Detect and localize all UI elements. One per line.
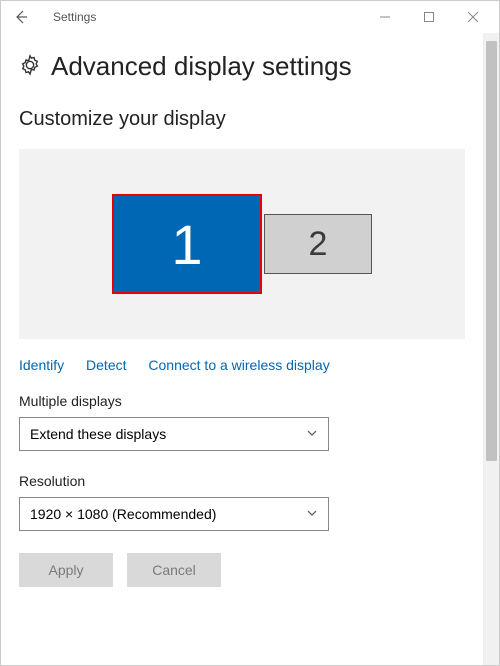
minimize-button[interactable] [363, 1, 407, 33]
detect-link[interactable]: Detect [86, 357, 126, 373]
resolution-value: 1920 × 1080 (Recommended) [30, 506, 216, 522]
subtitle: Customize your display [19, 108, 465, 131]
back-arrow-icon [13, 9, 29, 25]
scroll-thumb[interactable] [486, 41, 497, 461]
monitor-2[interactable]: 2 [264, 214, 372, 274]
vertical-scrollbar[interactable] [483, 33, 499, 665]
action-buttons: Apply Cancel [19, 553, 465, 587]
display-links: Identify Detect Connect to a wireless di… [19, 357, 465, 373]
multiple-displays-dropdown[interactable]: Extend these displays [19, 417, 329, 451]
resolution-label: Resolution [19, 473, 465, 489]
wireless-display-link[interactable]: Connect to a wireless display [148, 357, 329, 373]
titlebar: Settings [1, 1, 499, 33]
maximize-button[interactable] [407, 1, 451, 33]
window-controls [363, 1, 495, 33]
content-area: Advanced display settings Customize your… [1, 33, 483, 665]
back-button[interactable] [5, 1, 37, 33]
chevron-down-icon [306, 426, 318, 442]
page-title: Advanced display settings [51, 51, 352, 82]
maximize-icon [424, 12, 434, 22]
multiple-displays-value: Extend these displays [30, 426, 166, 442]
page-header: Advanced display settings [19, 51, 465, 82]
apply-button[interactable]: Apply [19, 553, 113, 587]
monitor-1[interactable]: 1 [112, 194, 262, 294]
close-icon [468, 12, 478, 22]
identify-link[interactable]: Identify [19, 357, 64, 373]
window-title: Settings [53, 10, 363, 24]
chevron-down-icon [306, 506, 318, 522]
gear-icon [19, 54, 41, 81]
multiple-displays-label: Multiple displays [19, 393, 465, 409]
display-arrangement-area[interactable]: 1 2 [19, 149, 465, 339]
monitors-container: 1 2 [112, 194, 372, 294]
resolution-dropdown[interactable]: 1920 × 1080 (Recommended) [19, 497, 329, 531]
minimize-icon [380, 12, 390, 22]
close-button[interactable] [451, 1, 495, 33]
cancel-button[interactable]: Cancel [127, 553, 221, 587]
